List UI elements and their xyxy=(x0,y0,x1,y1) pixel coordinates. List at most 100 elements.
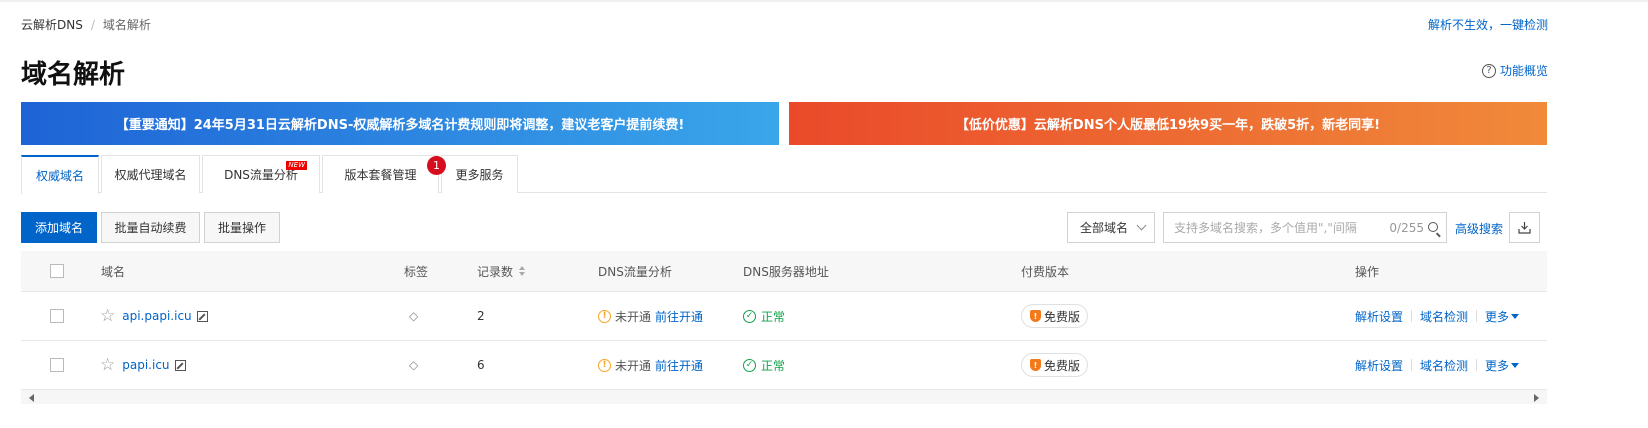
header-paid-version: 付费版本 xyxy=(1021,264,1070,279)
divider xyxy=(1476,310,1478,322)
select-all-checkbox[interactable] xyxy=(50,264,64,278)
header-records-label: 记录数 xyxy=(477,264,514,279)
table-row: ☆ papi.icu ◇ 6 ! 未开通 前往开通 ✓ 正常 ! 免费版 解析设… xyxy=(21,341,1547,390)
divider xyxy=(1476,359,1478,371)
actions-cell: 解析设置 域名检测 更多 xyxy=(1355,292,1520,340)
dns-server-cell: ✓ 正常 xyxy=(743,292,785,340)
traffic-cell: ! 未开通 前往开通 xyxy=(598,292,703,340)
check-circle-icon: ✓ xyxy=(743,358,756,372)
search-char-count: 0/255 xyxy=(1389,221,1424,235)
records-cell: 6 xyxy=(477,358,485,372)
edit-icon[interactable] xyxy=(196,310,208,322)
notification-count-badge: 1 xyxy=(427,156,446,175)
star-icon[interactable]: ☆ xyxy=(100,355,115,375)
tag-cell: ◇ xyxy=(409,341,418,389)
shield-icon: ! xyxy=(1030,310,1041,322)
shield-icon: ! xyxy=(1030,359,1041,371)
domain-check-link[interactable]: 域名检测 xyxy=(1420,308,1468,325)
tag-cell: ◇ xyxy=(409,292,418,340)
breadcrumb-current: 域名解析 xyxy=(102,18,151,32)
search-input[interactable] xyxy=(1174,220,1384,236)
records-cell: 2 xyxy=(477,309,485,323)
download-icon xyxy=(1518,222,1531,234)
breadcrumb-root[interactable]: 云解析DNS xyxy=(21,18,83,32)
more-dropdown[interactable]: 更多 xyxy=(1485,308,1520,325)
tag-icon[interactable]: ◇ xyxy=(409,309,418,323)
warning-icon: ! xyxy=(598,358,611,372)
header-domain: 域名 xyxy=(101,264,126,279)
breadcrumb: 云解析DNS / 域名解析 xyxy=(21,16,151,33)
traffic-cell: ! 未开通 前往开通 xyxy=(598,341,703,389)
tab-dns-traffic[interactable]: DNS流量分析 NEW xyxy=(202,155,320,193)
advanced-search-link[interactable]: 高级搜索 xyxy=(1455,220,1503,237)
quick-check-link[interactable]: 解析不生效，一键检测 xyxy=(1428,16,1548,33)
question-circle-icon: ? xyxy=(1481,63,1496,78)
horizontal-scrollbar[interactable] xyxy=(21,390,1547,404)
scroll-right-icon[interactable] xyxy=(1534,394,1539,402)
domain-link[interactable]: api.papi.icu xyxy=(122,309,191,323)
filter-value: 全部域名 xyxy=(1080,221,1129,235)
caret-down-icon xyxy=(1511,313,1520,319)
divider xyxy=(1411,359,1413,371)
divider xyxy=(1411,310,1413,322)
tab-label: 更多服务 xyxy=(455,168,504,182)
version-label: 免费版 xyxy=(1044,358,1081,373)
sort-icon[interactable] xyxy=(519,266,526,276)
domain-search-box: 0/255 xyxy=(1163,212,1447,243)
promo-banner[interactable]: 【低价优惠】云解析DNS个人版最低19块9买一年，跌破5折，新老同享! xyxy=(789,102,1547,145)
tab-authoritative-domains[interactable]: 权威域名 xyxy=(21,155,99,194)
domain-cell: ☆ papi.icu xyxy=(100,341,186,389)
resolve-settings-link[interactable]: 解析设置 xyxy=(1355,308,1403,325)
star-icon[interactable]: ☆ xyxy=(100,306,115,326)
tag-icon[interactable]: ◇ xyxy=(409,358,418,372)
notice-banner[interactable]: 【重要通知】24年5月31日云解析DNS-权威解析多域名计费规则即将调整，建议老… xyxy=(21,102,779,145)
dns-status: 正常 xyxy=(761,309,786,324)
breadcrumb-separator: / xyxy=(90,18,95,32)
row-select-cell xyxy=(50,292,64,340)
add-domain-button[interactable]: 添加域名 xyxy=(21,212,97,243)
caret-down-icon xyxy=(1511,362,1520,368)
header-tag: 标签 xyxy=(404,264,429,279)
actions-cell: 解析设置 域名检测 更多 xyxy=(1355,341,1520,389)
version-label: 免费版 xyxy=(1044,309,1081,324)
edit-icon[interactable] xyxy=(174,359,186,371)
tab-label: 权威域名 xyxy=(35,169,84,183)
tab-more-services[interactable]: 更多服务 xyxy=(441,155,518,193)
enable-traffic-link[interactable]: 前往开通 xyxy=(655,357,703,374)
top-divider xyxy=(0,0,1648,2)
resolve-settings-link[interactable]: 解析设置 xyxy=(1355,357,1403,374)
header-actions: 操作 xyxy=(1355,264,1380,279)
batch-operation-button[interactable]: 批量操作 xyxy=(204,212,280,243)
check-circle-icon: ✓ xyxy=(743,309,756,323)
domain-check-link[interactable]: 域名检测 xyxy=(1420,357,1468,374)
select-all-cell xyxy=(50,251,64,291)
new-badge: NEW xyxy=(286,161,307,170)
table-row: ☆ api.papi.icu ◇ 2 ! 未开通 前往开通 ✓ 正常 ! 免费版… xyxy=(21,292,1547,341)
page-title: 域名解析 xyxy=(21,60,126,90)
tab-proxy-domains[interactable]: 权威代理域名 xyxy=(101,155,200,193)
dns-status: 正常 xyxy=(761,358,786,373)
domain-cell: ☆ api.papi.icu xyxy=(100,292,208,340)
more-label: 更多 xyxy=(1485,309,1510,324)
enable-traffic-link[interactable]: 前往开通 xyxy=(655,308,703,325)
tab-plan-management[interactable]: 版本套餐管理 xyxy=(322,155,439,193)
domain-table: 域名 标签 记录数 DNS流量分析 DNS服务器地址 付费版本 操作 ☆ api… xyxy=(21,251,1547,390)
scroll-left-icon[interactable] xyxy=(29,394,34,402)
header-records[interactable]: 记录数 xyxy=(477,251,526,291)
row-checkbox[interactable] xyxy=(50,309,64,323)
batch-renew-button[interactable]: 批量自动续费 xyxy=(101,212,200,243)
overview-label: 功能概览 xyxy=(1499,64,1548,78)
table-header: 域名 标签 记录数 DNS流量分析 DNS服务器地址 付费版本 操作 xyxy=(21,251,1547,292)
row-checkbox[interactable] xyxy=(50,358,64,372)
more-dropdown[interactable]: 更多 xyxy=(1485,357,1520,374)
version-badge[interactable]: ! 免费版 xyxy=(1021,304,1089,328)
tab-label: 权威代理域名 xyxy=(114,168,187,182)
domain-filter-select[interactable]: 全部域名 xyxy=(1067,212,1155,243)
export-button[interactable] xyxy=(1509,212,1540,243)
domain-link[interactable]: papi.icu xyxy=(122,358,169,372)
version-cell: ! 免费版 xyxy=(1021,341,1089,389)
search-icon[interactable] xyxy=(1428,222,1438,232)
overview-link[interactable]: ? 功能概览 xyxy=(1481,62,1548,79)
warning-icon: ! xyxy=(598,309,611,323)
version-badge[interactable]: ! 免费版 xyxy=(1021,353,1089,377)
